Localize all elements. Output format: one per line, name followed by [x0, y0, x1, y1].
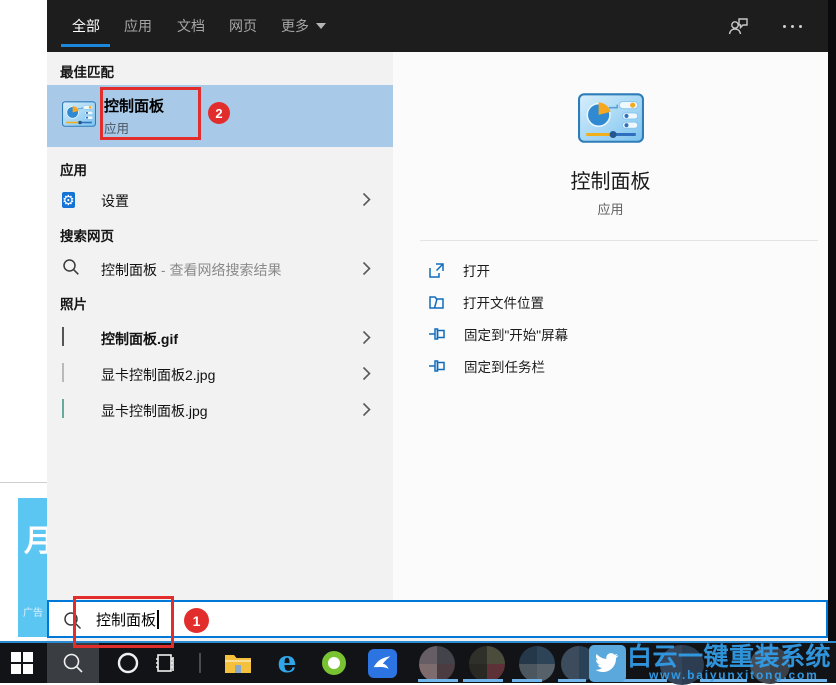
control-panel-icon: [62, 101, 96, 127]
running-indicator: [512, 679, 542, 682]
tray-app-icon[interactable]: [419, 646, 455, 682]
section-web: 搜索网页: [60, 225, 114, 245]
twitter-bird-icon: [589, 645, 626, 682]
annotation-badge-step2: 2: [208, 102, 230, 124]
twitter-app-button[interactable]: [587, 643, 627, 683]
action-open-file-location[interactable]: 打开文件位置: [428, 289, 544, 315]
active-tab-indicator: [61, 44, 110, 47]
chevron-right-icon[interactable]: [362, 192, 371, 207]
desktop-divider: [0, 482, 47, 483]
tray-app-icon[interactable]: [519, 646, 555, 682]
running-indicator: [777, 679, 827, 682]
watermark: 白云一键重装系统 www.baiyunxitong.com: [627, 643, 836, 682]
folder-icon: [224, 651, 252, 675]
web-query: 控制面板: [101, 262, 157, 278]
start-button[interactable]: [9, 643, 35, 683]
running-indicator: [463, 679, 503, 682]
action-pin-start[interactable]: 固定到"开始"屏幕: [428, 321, 568, 347]
tab-more-label: 更多: [281, 16, 309, 36]
edge-browser-icon: e: [277, 648, 296, 678]
running-indicator: [700, 679, 747, 682]
annotation-box-step2: [100, 87, 201, 140]
section-best-match: 最佳匹配: [60, 61, 114, 81]
image-thumbnail-icon: [62, 364, 64, 382]
running-indicator: [558, 679, 586, 682]
result-photo-gif[interactable]: 控制面板.gif: [47, 321, 393, 355]
action-pin-taskbar[interactable]: 固定到任务栏: [428, 353, 545, 379]
green-browser-button[interactable]: [317, 643, 351, 683]
windows-logo-icon: [11, 652, 33, 674]
chevron-right-icon[interactable]: [362, 261, 371, 276]
result-photo-jpg2[interactable]: 显卡控制面板2.jpg: [47, 357, 393, 391]
web-suffix: - 查看网络搜索结果: [157, 262, 281, 278]
taskbar-search-button[interactable]: [47, 643, 99, 683]
preview-title: 控制面板: [409, 165, 812, 194]
preview-subtitle: 应用: [409, 199, 812, 218]
result-photo-jpg[interactable]: 显卡控制面板.jpg: [47, 393, 393, 427]
action-open[interactable]: 打开: [428, 257, 490, 283]
divider: [420, 240, 818, 241]
chevron-right-icon[interactable]: [362, 402, 371, 417]
result-label: 设置: [101, 191, 129, 211]
green-browser-icon: [322, 651, 346, 675]
pin-icon: [428, 326, 446, 342]
control-panel-icon-large: [578, 93, 644, 143]
image-thumbnail-icon: [62, 328, 64, 346]
bird-app-button[interactable]: [364, 643, 400, 683]
watermark-title: 白云一键重装系统: [627, 643, 836, 671]
bird-app-icon: [368, 649, 397, 678]
chevron-down-icon: [316, 23, 326, 29]
action-label: 打开: [463, 260, 490, 280]
annotation-badge-step1: 1: [184, 608, 209, 633]
preview-pane: 控制面板 应用 打开 打开文件位置 固定到"开始"屏幕: [393, 52, 828, 600]
open-external-icon: [428, 262, 445, 279]
screen: 月 广告 全部 应用 文档 网页 更多: [0, 0, 836, 683]
section-apps: 应用: [60, 159, 87, 179]
result-label: 显卡控制面板.jpg: [101, 401, 208, 421]
action-label: 固定到"开始"屏幕: [464, 324, 568, 344]
search-icon: [62, 258, 80, 276]
edge-button[interactable]: e: [270, 643, 304, 683]
result-label: 控制面板.gif: [101, 329, 178, 349]
task-view-icon: [154, 651, 178, 675]
feedback-icon[interactable]: [727, 15, 749, 37]
result-settings[interactable]: ⚙ 设置: [47, 183, 393, 217]
running-indicator: [418, 679, 458, 682]
result-label: 显卡控制面板2.jpg: [101, 365, 215, 385]
section-photos: 照片: [60, 293, 87, 313]
action-label: 固定到任务栏: [464, 356, 545, 376]
tray-app-icon[interactable]: [469, 646, 505, 682]
results-list: 最佳匹配: [47, 52, 393, 600]
task-view-button[interactable]: [151, 643, 181, 683]
pin-icon: [428, 358, 446, 374]
search-icon: [62, 652, 84, 674]
folder-location-icon: [428, 294, 445, 311]
filter-tab-bar: 全部 应用 文档 网页 更多: [47, 0, 828, 52]
annotation-box-step1: [73, 596, 174, 648]
desktop-edge: [828, 0, 836, 683]
result-web-search[interactable]: 控制面板 - 查看网络搜索结果: [47, 252, 393, 286]
action-label: 打开文件位置: [463, 292, 544, 312]
chevron-right-icon[interactable]: [362, 330, 371, 345]
gear-icon: ⚙: [62, 190, 75, 210]
tab-apps[interactable]: 应用: [124, 16, 152, 36]
ad-text: 月: [24, 516, 47, 560]
tab-more[interactable]: 更多: [281, 16, 326, 36]
taskbar-separator: [199, 653, 201, 673]
result-label: 控制面板 - 查看网络搜索结果: [101, 260, 281, 280]
ad-label: 广告: [23, 604, 43, 619]
desktop-ad-banner[interactable]: 月 广告: [18, 498, 47, 637]
running-indicator: [620, 679, 667, 682]
tab-web[interactable]: 网页: [229, 16, 257, 36]
tab-all[interactable]: 全部: [72, 16, 100, 36]
cortana-button[interactable]: [113, 643, 143, 683]
cortana-icon: [116, 651, 140, 675]
image-thumbnail-icon: [62, 400, 64, 418]
tab-documents[interactable]: 文档: [177, 16, 205, 36]
chevron-right-icon[interactable]: [362, 366, 371, 381]
file-explorer-button[interactable]: [221, 643, 255, 683]
more-options-icon[interactable]: [783, 25, 802, 28]
